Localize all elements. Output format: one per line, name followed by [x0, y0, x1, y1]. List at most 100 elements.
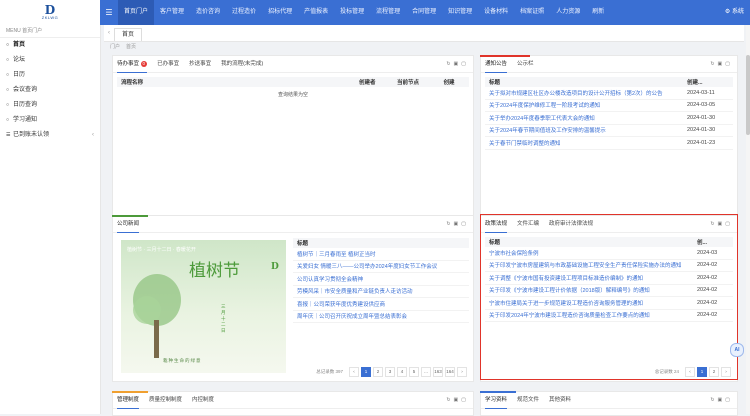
table-row[interactable]: 植树节｜三月春雨至 植树正当时: [293, 248, 469, 261]
sidebar-item-study-notice[interactable]: ○ 学习通知: [0, 113, 100, 128]
table-row[interactable]: 喜报｜公司荣获年度优秀建设供应商: [293, 297, 469, 311]
sidebar-item-unclaimed[interactable]: ☰ 已到账未认领 ‹: [0, 128, 100, 143]
tree-illustration: [133, 274, 181, 358]
sidebar-item-label: 论坛: [13, 57, 26, 63]
nav-item-workflow[interactable]: 流程管理: [370, 0, 406, 25]
nav-item-knowledge[interactable]: 知识管理: [442, 0, 478, 25]
policy-panel-highlight: [480, 214, 738, 380]
menu-toggle-icon[interactable]: ☰: [100, 8, 118, 17]
scrollbar-thumb[interactable]: [746, 55, 750, 135]
regulations-tabs: 管理制度 质量控制制度 内控制度 ↻▣▢: [113, 392, 473, 409]
notice-title[interactable]: 关于拟对市规建区社区办公楼改造项目的设计公开招标（第2次）的公告: [485, 87, 683, 100]
page-button[interactable]: 2: [373, 367, 383, 377]
refresh-icon[interactable]: ↻: [446, 397, 453, 403]
notice-title[interactable]: 关于2024年度保护维修工程一阶段考试的通知: [485, 99, 683, 112]
news-title[interactable]: 周年庆｜公司召开庆祝成立周年暨总结表彰会: [293, 310, 469, 323]
table-row[interactable]: 关爱妇女 情暖三八——公司举办2024年度妇女节工作会议: [293, 260, 469, 273]
notice-date: 2024-01-23: [683, 136, 733, 150]
more-icon[interactable]: ▢: [725, 61, 733, 67]
tab-done[interactable]: 已办事宜: [157, 56, 179, 72]
more-icon[interactable]: ▢: [461, 397, 469, 403]
refresh-icon[interactable]: ↻: [710, 397, 717, 403]
table-row[interactable]: 关于春节门禁临时调整的通知 2024-01-23: [485, 136, 733, 150]
prev-page-icon[interactable]: ‹: [349, 367, 359, 377]
column-header: 标题: [485, 77, 683, 87]
tab-management-rules[interactable]: 管理制度: [117, 392, 140, 409]
record-count: 总记录数 397: [316, 369, 343, 374]
sidebar-item-forum[interactable]: ○ 论坛: [0, 53, 100, 68]
sidebar-item-meeting-query[interactable]: ○ 会议查询: [0, 83, 100, 98]
news-title[interactable]: 劳模风采｜市安全质量和产业链负责人走访活动: [293, 285, 469, 298]
more-icon[interactable]: ▢: [461, 61, 469, 67]
news-title[interactable]: 喜报｜公司荣获年度优秀建设供应商: [293, 297, 469, 311]
nav-item-hr[interactable]: 人力资源: [550, 0, 586, 25]
tab-company-news[interactable]: 公司新闻: [117, 216, 140, 233]
table-row[interactable]: 劳模风采｜市安全质量和产业链负责人走访活动: [293, 285, 469, 298]
table-row[interactable]: 关于2024年春节期间值班及工作安排的温馨提示 2024-01-30: [485, 124, 733, 137]
panel-tools: ↻▣▢: [446, 392, 469, 408]
notice-title[interactable]: 关于春节门禁临时调整的通知: [485, 136, 683, 150]
sidebar-item-calendar-query[interactable]: ○ 日历查询: [0, 98, 100, 113]
tab-study-materials[interactable]: 学习资料: [485, 392, 508, 409]
tab-todo[interactable]: 待办事宜 0: [117, 56, 148, 73]
news-title[interactable]: 公司认真学习贯彻全会精神: [293, 272, 469, 286]
scrollbar[interactable]: [746, 25, 750, 414]
table-row[interactable]: 关于2024年度保护维修工程一阶段考试的通知 2024-03-05: [485, 99, 733, 112]
nav-item-output-report[interactable]: 产值报表: [298, 0, 334, 25]
company-logo: D ZKLWG: [0, 0, 100, 25]
tab-home[interactable]: 首页: [114, 28, 143, 41]
system-menu[interactable]: ⚙ 系统: [725, 0, 744, 25]
more-icon[interactable]: ▢: [461, 221, 469, 227]
tab-standard-docs[interactable]: 规范文件: [517, 392, 539, 408]
nav-item-archives[interactable]: 档案证照: [514, 0, 550, 25]
breadcrumb: 门户 首页: [104, 42, 744, 52]
nav-item-home[interactable]: 首页门户: [118, 0, 155, 25]
tab-other-materials[interactable]: 其他资料: [549, 392, 571, 408]
nav-item-equipment[interactable]: 设备材料: [478, 0, 514, 25]
news-banner-image[interactable]: 植树节 · 三月十二日 · 春暖花开 植树节 三月十二日 栽种生命的绿意 D: [121, 240, 286, 373]
nav-item-contract[interactable]: 合同管理: [406, 0, 442, 25]
notice-title[interactable]: 关于举办2024年度春季职工代表大会的通知: [485, 111, 683, 125]
tabs-scroll-left-icon[interactable]: ‹: [104, 25, 114, 41]
tab-quality-rules[interactable]: 质量控制制度: [149, 392, 182, 408]
banner-title: 植树节: [189, 261, 240, 281]
page-button[interactable]: 163: [433, 367, 443, 377]
page-button[interactable]: 4: [397, 367, 407, 377]
refresh-icon[interactable]: ↻: [710, 61, 717, 67]
logo-text: ZKLWG: [41, 15, 59, 20]
nav-item-bidding-agent[interactable]: 招标代理: [262, 0, 298, 25]
notice-title[interactable]: 关于2024年春节期间值班及工作安排的温馨提示: [485, 124, 683, 137]
refresh-icon[interactable]: ↻: [446, 221, 453, 227]
page-button[interactable]: 5: [409, 367, 419, 377]
chevron-left-icon: ‹: [92, 132, 94, 138]
table-row[interactable]: 关于举办2024年度春季职工代表大会的通知 2024-01-30: [485, 111, 733, 125]
table-row[interactable]: 公司认真学习贯彻全会精神: [293, 272, 469, 286]
nav-item-process-cost[interactable]: 过程造价: [226, 0, 262, 25]
refresh-icon[interactable]: ↻: [446, 61, 453, 67]
news-title[interactable]: 关爱妇女 情暖三八——公司举办2024年度妇女节工作会议: [293, 260, 469, 273]
ai-assistant-button[interactable]: AI: [730, 343, 744, 357]
tab-publicity[interactable]: 公示栏: [517, 56, 534, 72]
breadcrumb-portal[interactable]: 门户: [110, 44, 120, 50]
next-page-icon[interactable]: ›: [457, 367, 467, 377]
tab-internal-control[interactable]: 内控制度: [192, 392, 214, 408]
news-title[interactable]: 植树节｜三月春雨至 植树正当时: [293, 248, 469, 261]
more-icon[interactable]: ▢: [725, 397, 733, 403]
notice-panel: 通知公告 公示栏 ↻▣▢ 标题 创建... 关于拟对市规建区社区办公楼改造项目的设…: [480, 55, 738, 235]
sidebar-item-home[interactable]: ○ 首页: [0, 38, 100, 53]
nav-item-cost-consult[interactable]: 造价咨询: [190, 0, 226, 25]
nav-item-refresh[interactable]: 刷新: [586, 0, 610, 25]
panel-tools: ↻▣▢: [446, 216, 469, 232]
table-row[interactable]: 关于拟对市规建区社区办公楼改造项目的设计公开招标（第2次）的公告 2024-03-…: [485, 87, 733, 100]
page-button[interactable]: 1: [361, 367, 371, 377]
table-row[interactable]: 周年庆｜公司召开庆祝成立周年暨总结表彰会: [293, 310, 469, 323]
nav-item-tender[interactable]: 投标管理: [334, 0, 370, 25]
tab-notice[interactable]: 通知公告: [485, 56, 508, 73]
page-button[interactable]: 164: [445, 367, 455, 377]
tab-my-flow[interactable]: 我的流程(未完成): [221, 56, 263, 72]
sidebar-item-label: 会议查询: [13, 87, 38, 93]
nav-item-customers[interactable]: 客户管理: [154, 0, 190, 25]
page-button[interactable]: 3: [385, 367, 395, 377]
tab-cc[interactable]: 抄送事宜: [189, 56, 211, 72]
sidebar-item-calendar[interactable]: ○ 日历: [0, 68, 100, 83]
